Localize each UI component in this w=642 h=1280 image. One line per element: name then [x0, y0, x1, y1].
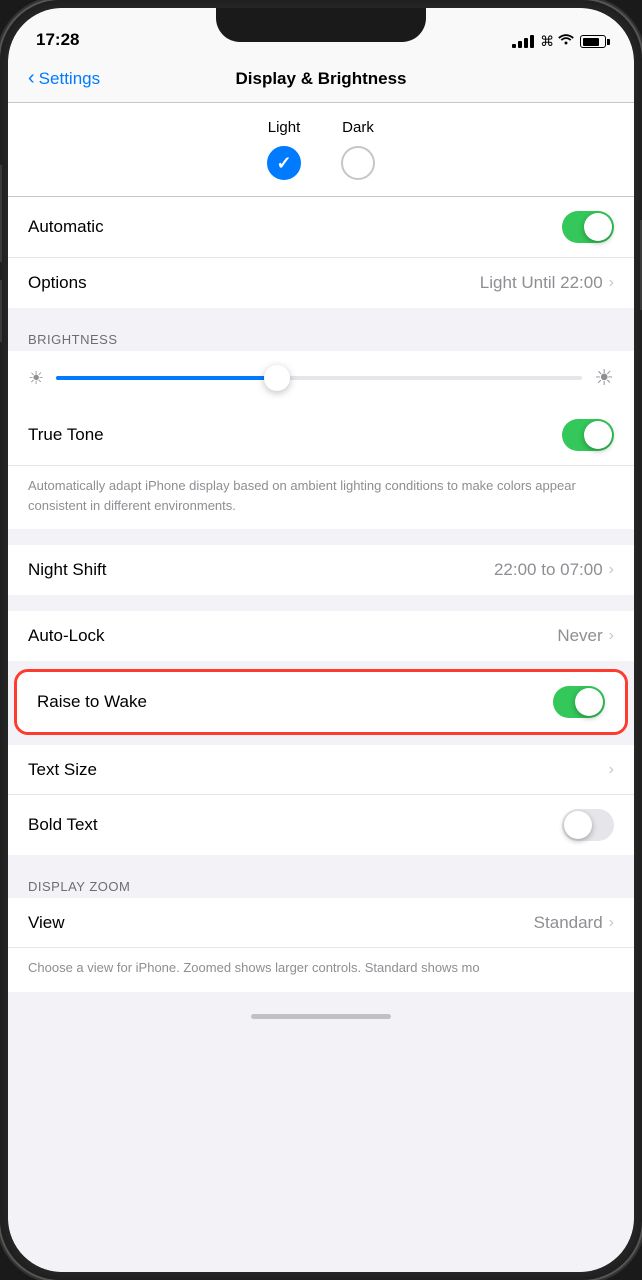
appearance-section: Light ✓ Dark: [8, 103, 634, 197]
notch: [216, 8, 426, 42]
signal-bar-4: [530, 35, 534, 48]
auto-lock-value: Never: [557, 626, 602, 646]
wifi-icon: ⌘: [540, 33, 574, 50]
checkmark-icon: ✓: [276, 153, 291, 174]
view-label: View: [28, 913, 534, 933]
light-mode-selector[interactable]: ✓: [267, 146, 301, 180]
text-size-row[interactable]: Text Size ›: [8, 745, 634, 795]
volume-up-button[interactable]: [0, 200, 2, 262]
page-title: Display & Brightness: [175, 69, 468, 89]
light-mode-label: Light: [268, 119, 301, 136]
automatic-toggle[interactable]: [562, 211, 614, 243]
view-chevron-icon: ›: [609, 914, 614, 932]
brightness-slider-container[interactable]: [56, 376, 582, 380]
raise-to-wake-toggle-thumb: [575, 688, 603, 716]
signal-bar-1: [512, 44, 516, 48]
view-value: Standard: [534, 913, 603, 933]
automatic-group: Automatic Options Light Until 22:00 ›: [8, 197, 634, 308]
nav-bar: ‹ Settings Display & Brightness: [8, 58, 634, 103]
brightness-group: ☀ ☀ True Tone: [8, 351, 634, 529]
bold-text-toggle[interactable]: [562, 809, 614, 841]
raise-to-wake-toggle[interactable]: [553, 686, 605, 718]
raise-to-wake-highlighted: Raise to Wake: [14, 669, 628, 735]
night-shift-label: Night Shift: [28, 560, 494, 580]
night-shift-group: Night Shift 22:00 to 07:00 ›: [8, 545, 634, 595]
raise-to-wake-row[interactable]: Raise to Wake: [17, 672, 625, 732]
status-icons: ⌘: [512, 33, 606, 52]
signal-bar-2: [518, 41, 522, 48]
signal-bars: [512, 35, 534, 48]
text-size-chevron-icon: ›: [609, 761, 614, 779]
spacer-3: [8, 603, 634, 611]
bold-text-toggle-thumb: [564, 811, 592, 839]
options-label: Options: [28, 273, 480, 293]
true-tone-description: Automatically adapt iPhone display based…: [8, 466, 634, 529]
automatic-row[interactable]: Automatic: [8, 197, 634, 258]
night-shift-row[interactable]: Night Shift 22:00 to 07:00 ›: [8, 545, 634, 595]
phone-frame: 17:28 ⌘: [0, 0, 642, 1280]
text-group: Text Size › Bold Text: [8, 745, 634, 855]
auto-lock-chevron-icon: ›: [609, 627, 614, 645]
true-tone-label: True Tone: [28, 425, 562, 445]
screen: 17:28 ⌘: [8, 8, 634, 1272]
spacer-2: [8, 537, 634, 545]
light-mode-option[interactable]: Light ✓: [267, 119, 301, 180]
sun-small-icon: ☀: [28, 368, 44, 389]
bold-text-label: Bold Text: [28, 815, 562, 835]
brightness-row[interactable]: ☀ ☀: [8, 351, 634, 405]
scroll-content[interactable]: Light ✓ Dark Automatic: [8, 103, 634, 1272]
back-button[interactable]: ‹ Settings: [28, 68, 175, 90]
bold-text-row[interactable]: Bold Text: [8, 795, 634, 855]
automatic-label: Automatic: [28, 217, 562, 237]
signal-bar-3: [524, 38, 528, 48]
dark-mode-option[interactable]: Dark: [341, 119, 375, 180]
home-indicator: [8, 1000, 634, 1034]
view-row[interactable]: View Standard ›: [8, 898, 634, 948]
spacer-5: [8, 863, 634, 871]
back-label: Settings: [39, 69, 100, 89]
home-bar: [251, 1014, 391, 1019]
display-zoom-header: DISPLAY ZOOM: [8, 871, 634, 898]
dark-mode-selector[interactable]: [341, 146, 375, 180]
display-zoom-group: View Standard › Choose a view for iPhone…: [8, 898, 634, 992]
auto-lock-label: Auto-Lock: [28, 626, 557, 646]
true-tone-row[interactable]: True Tone: [8, 405, 634, 466]
automatic-toggle-thumb: [584, 213, 612, 241]
spacer-4: [8, 737, 634, 745]
options-row[interactable]: Options Light Until 22:00 ›: [8, 258, 634, 308]
sun-large-icon: ☀: [594, 365, 614, 391]
volume-down-button[interactable]: [0, 280, 2, 342]
brightness-slider[interactable]: [56, 376, 582, 380]
battery-icon: [580, 35, 606, 48]
status-time: 17:28: [36, 30, 79, 52]
dark-mode-label: Dark: [342, 119, 374, 136]
options-value: Light Until 22:00: [480, 273, 603, 293]
battery-fill: [583, 38, 600, 46]
brightness-fill: [56, 376, 277, 380]
night-shift-value: 22:00 to 07:00: [494, 560, 603, 580]
phone-inner: 17:28 ⌘: [8, 8, 634, 1272]
brightness-thumb: [264, 365, 290, 391]
text-size-label: Text Size: [28, 760, 609, 780]
back-chevron-icon: ‹: [28, 67, 35, 90]
mute-switch[interactable]: [0, 165, 2, 205]
spacer-1: [8, 316, 634, 324]
options-chevron-icon: ›: [609, 274, 614, 292]
raise-to-wake-label: Raise to Wake: [37, 692, 553, 712]
auto-lock-row[interactable]: Auto-Lock Never ›: [8, 611, 634, 661]
brightness-header: BRIGHTNESS: [8, 324, 634, 351]
night-shift-chevron-icon: ›: [609, 561, 614, 579]
true-tone-toggle-thumb: [584, 421, 612, 449]
auto-lock-group: Auto-Lock Never ›: [8, 611, 634, 661]
true-tone-toggle[interactable]: [562, 419, 614, 451]
view-description: Choose a view for iPhone. Zoomed shows l…: [8, 948, 634, 992]
